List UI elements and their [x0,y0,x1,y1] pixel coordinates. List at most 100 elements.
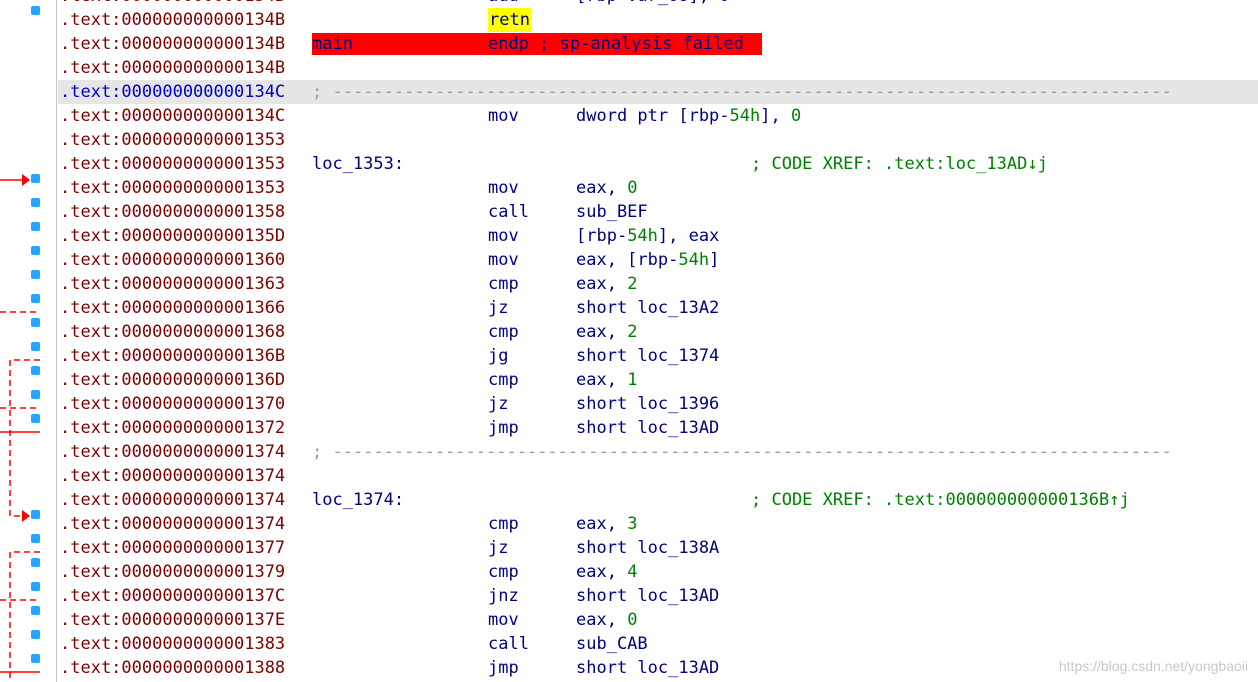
listing-row[interactable]: .text:000000000000134B retn [58,8,1258,32]
separator-line: ; --------------------------------------… [312,442,1172,462]
disassembly-listing[interactable]: .text:000000000000134B add [rbp+var_68], 0… [58,0,1258,682]
mnemonic: cmp [488,370,519,390]
line-marker-dot [31,222,40,231]
operand-text: [rbp- [576,226,628,246]
mnemonic: add [488,0,519,8]
address: .text:0000000000001353 [60,130,286,150]
address: .text:0000000000001363 [60,274,286,294]
operand-text: eax, [rbp- [576,250,679,270]
listing-row[interactable]: .text:0000000000001372 jmp short loc_13AD [58,416,1258,440]
mnemonic: mov [488,226,519,246]
address: .text:000000000000136D [60,370,286,390]
mnemonic: mov [488,178,519,198]
listing-row[interactable]: .text:000000000000134B main endp ; sp-anal… [58,32,1258,56]
mnemonic: jz [488,298,509,318]
listing-row[interactable]: .text:0000000000001379 cmp eax, 4 [58,560,1258,584]
operand-number: 0 [627,610,638,630]
line-marker-dot [31,294,40,303]
operand-text: short loc_13AD [576,586,720,606]
listing-row[interactable]: .text:0000000000001374 [58,464,1258,488]
operand: eax, 0 [576,608,637,632]
line-marker-dot [31,534,40,543]
listing-row[interactable]: .text:000000000000134B [58,56,1258,80]
mnemonic: mov [488,250,519,270]
listing-row[interactable]: .text:0000000000001368 cmp eax, 2 [58,320,1258,344]
listing-row[interactable]: .text:0000000000001353 loc_1353: ; CODE XR… [58,152,1258,176]
operand-number: 2 [627,274,638,294]
operand: eax, 2 [576,320,637,344]
separator-line: ; --------------------------------------… [312,82,1172,102]
operand: short loc_13A2 [576,296,719,320]
operand: short loc_13AD [576,416,719,440]
line-marker-dot [31,342,40,351]
mnemonic: cmp [488,274,519,294]
listing-row[interactable]: .text:000000000000134C ; ----------------… [58,80,1258,104]
mnemonic: call [488,202,529,222]
mnemonic: jmp [488,658,519,678]
listing-row[interactable]: .text:0000000000001383 call sub_CAB [58,632,1258,656]
line-marker-dot [31,390,40,399]
line-marker-dot [31,198,40,207]
operand-number: 3 [627,514,638,534]
operand: eax, 3 [576,512,637,536]
listing-row[interactable]: .text:000000000000136B jg short loc_1374 [58,344,1258,368]
operand: dword ptr [rbp-54h], 0 [576,104,801,128]
listing-row[interactable]: .text:0000000000001363 cmp eax, 2 [58,272,1258,296]
address: .text:000000000000134C [60,82,286,102]
operand-text: eax, [576,610,628,630]
listing-row[interactable]: .text:0000000000001377 jz short loc_138A [58,536,1258,560]
line-marker-dot [31,582,40,591]
xref-comment: ; CODE XREF: .text:loc_13AD↓j [751,154,1048,174]
mnemonic: jnz [488,586,519,606]
operand-text: short loc_13AD [576,418,720,438]
operand-number: 2 [627,322,638,342]
address: .text:0000000000001372 [60,418,286,438]
listing-row[interactable]: .text:0000000000001374 ; ----------------… [58,440,1258,464]
operand-text: short loc_1374 [576,346,720,366]
listing-row[interactable]: .text:0000000000001353 mov eax, 0 [58,176,1258,200]
address: .text:0000000000001374 [60,466,286,486]
listing-row[interactable]: .text:0000000000001374 cmp eax, 3 [58,512,1258,536]
operand-number: 4 [627,562,638,582]
listing-row[interactable]: .text:000000000000137E mov eax, 0 [58,608,1258,632]
operand-number: 54h [627,226,658,246]
line-marker-dot [31,606,40,615]
listing-row[interactable]: .text:000000000000137C jnz short loc_13AD [58,584,1258,608]
line-markers [31,6,40,663]
operand-tail: ], eax [657,226,720,246]
line-marker-dot [31,558,40,567]
address: .text:0000000000001388 [60,658,286,678]
address: .text:000000000000134B [60,10,286,30]
address: .text:0000000000001383 [60,634,286,654]
operand-text: sub_BEF [576,202,648,222]
listing-row[interactable]: .text:0000000000001370 jz short loc_1396 [58,392,1258,416]
listing-row[interactable]: .text:000000000000134B add [rbp+var_68], 0 [58,0,1258,8]
line-marker-dot [31,366,40,375]
watermark: https://blog.csdn.net/yongbaoii [1058,658,1248,674]
listing-row[interactable]: .text:0000000000001366 jz short loc_13A2 [58,296,1258,320]
operand-text: eax, [576,322,628,342]
flow-arrows [0,6,40,682]
listing-row[interactable]: .text:0000000000001374 loc_1374: ; CODE XR… [58,488,1258,512]
arrow-head-icon [22,174,30,186]
failed-analysis-highlight: main endp ; sp-analysis failed [312,33,762,55]
mnemonic: cmp [488,562,519,582]
listing-row[interactable]: .text:000000000000135D mov [rbp-54h], eax [58,224,1258,248]
address: .text:0000000000001358 [60,202,286,222]
listing-row[interactable]: .text:0000000000001360 mov eax, [rbp-54h] [58,248,1258,272]
listing-row[interactable]: .text:000000000000134C mov dword ptr [rbp-… [58,104,1258,128]
listing-row[interactable]: .text:0000000000001358 call sub_BEF [58,200,1258,224]
line-marker-dot [31,510,40,519]
endp-directive: endp ; sp-analysis failed [488,34,744,54]
address: .text:000000000000134B [60,0,285,8]
arrow-head-icon [22,510,30,522]
listing-row[interactable]: .text:000000000000136D cmp eax, 1 [58,368,1258,392]
address: .text:0000000000001353 [60,178,286,198]
operand: short loc_13AD [576,656,719,680]
operand-tail: ] [709,250,720,270]
listing-row[interactable]: .text:0000000000001353 [58,128,1258,152]
operand-text: dword ptr [rbp- [576,106,730,126]
mnemonic: jz [488,538,509,558]
operand: [rbp+var_68], 0 [576,0,730,8]
address: .text:0000000000001377 [60,538,286,558]
